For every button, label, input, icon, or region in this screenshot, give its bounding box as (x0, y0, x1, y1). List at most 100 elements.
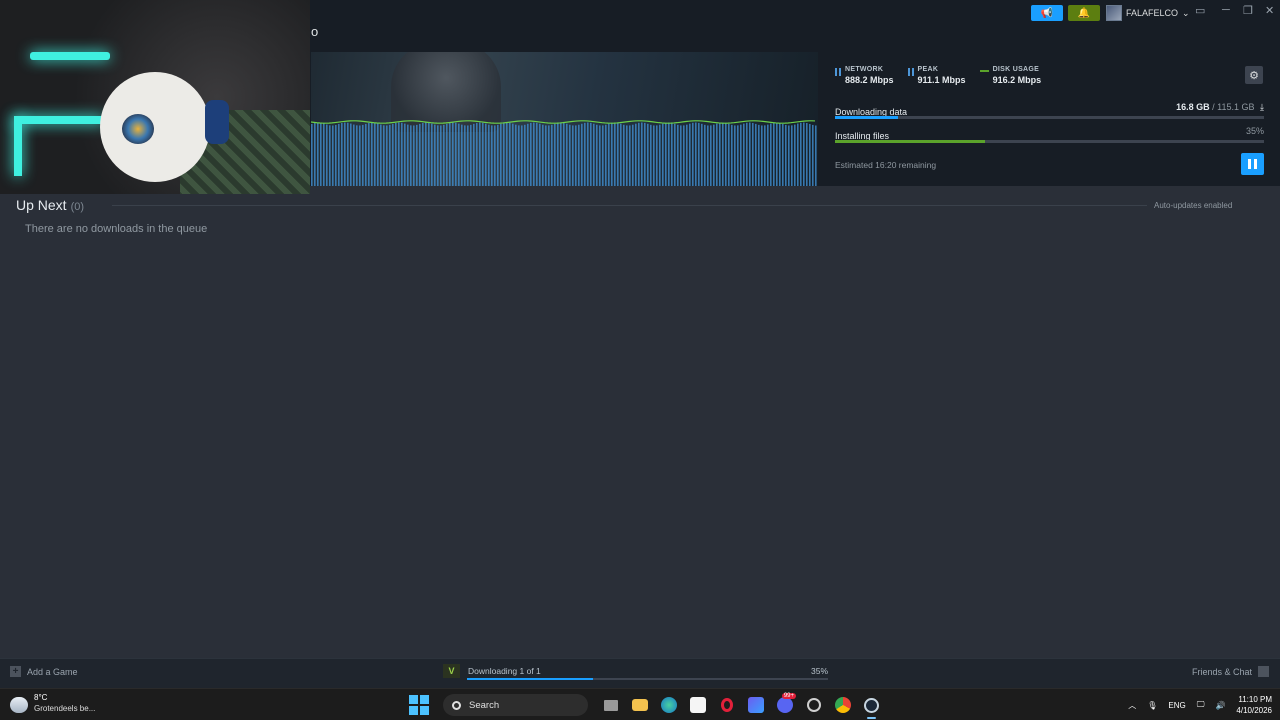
graph-bar (425, 122, 427, 186)
game-icon: V (443, 664, 460, 678)
graph-bar (629, 125, 631, 186)
graph-bar (677, 124, 679, 186)
steam-icon[interactable] (857, 693, 886, 719)
add-game-button[interactable]: + Add a Game (10, 666, 78, 677)
downloading-row: Downloading data 16.8 GB / 115.1 GB ⤓ (835, 102, 1264, 120)
graph-bar (362, 124, 364, 186)
temperature: 8°C (34, 693, 48, 702)
graph-bar (419, 123, 421, 186)
task-view-icon[interactable] (596, 693, 625, 717)
minimize-icon[interactable]: ─ (1222, 4, 1230, 16)
graph-bar (653, 125, 655, 186)
opera-icon[interactable] (712, 693, 741, 717)
stat-value: 916.2 Mbps (992, 75, 1042, 85)
graph-bar (656, 125, 658, 186)
graph-bar (530, 122, 532, 186)
settings-button[interactable]: ⚙ (1245, 66, 1263, 84)
divider (112, 205, 1147, 206)
discord-icon[interactable]: 99+ (770, 693, 799, 717)
maximize-icon[interactable]: ❐ (1243, 4, 1253, 17)
graph-bar (374, 122, 376, 186)
graph-bar (668, 122, 670, 186)
graph-bar (770, 123, 772, 186)
download-status[interactable]: V Downloading 1 of 1 35% (443, 664, 828, 684)
bar-chart-icon (907, 68, 914, 76)
graph-bar (647, 123, 649, 186)
graph-bar (782, 123, 784, 186)
gear-icon: ⚙ (1249, 69, 1259, 82)
graph-bar (635, 123, 637, 186)
graph-bar (773, 122, 775, 186)
graph-bar (317, 122, 319, 186)
account-menu[interactable]: FALAFELCO ⌄ (1106, 4, 1190, 22)
system-tray: ︿ 🎙 ENG 🖵 🔊 11:10 PM 4/10/2026 (1128, 693, 1280, 717)
notifications-button[interactable]: 🔔 (1068, 5, 1100, 21)
install-progress-bar (835, 140, 1264, 143)
graph-bar (710, 125, 712, 186)
graph-bar (689, 123, 691, 186)
graph-bar (500, 123, 502, 186)
graph-bar (401, 122, 403, 186)
megaphone-icon: 📢 (1040, 7, 1054, 19)
graph-bar (776, 122, 778, 186)
graph-bar (563, 122, 565, 186)
graph-bar (743, 123, 745, 186)
graph-bar (524, 124, 526, 186)
friends-chat-button[interactable]: Friends & Chat (1192, 666, 1269, 677)
graph-bar (638, 122, 640, 186)
graph-bar (620, 123, 622, 186)
close-icon[interactable]: ✕ (1265, 4, 1274, 17)
graph-bar (641, 122, 643, 186)
graph-bar (674, 123, 676, 186)
windows-start-icon[interactable] (409, 695, 429, 715)
graph-bar (644, 122, 646, 186)
graph-bar (707, 125, 709, 186)
graph-bar (611, 122, 613, 186)
graph-bar (608, 123, 610, 186)
taskbar-center: Search 99+ (409, 693, 886, 719)
app-icon[interactable] (741, 693, 770, 717)
chevron-up-icon[interactable]: ︿ (1128, 700, 1136, 711)
status-progress-fill (467, 678, 594, 680)
graph-bar (353, 124, 355, 186)
graph-bar (701, 123, 703, 186)
microphone-icon[interactable]: 🎙 (1147, 701, 1157, 710)
graph-bar (323, 123, 325, 186)
graph-bar (722, 122, 724, 186)
pause-button[interactable] (1241, 153, 1264, 175)
graph-bar (551, 124, 553, 186)
webcam-overlay (0, 0, 310, 194)
graph-bar (440, 125, 442, 186)
graph-bar (314, 123, 316, 186)
steam-alt-icon[interactable] (799, 693, 828, 717)
graph-bar (359, 125, 361, 186)
eta-text: Estimated 16:20 remaining (835, 160, 937, 170)
graph-bar (569, 124, 571, 186)
volume-icon[interactable]: 🔊 (1215, 701, 1225, 710)
graph-bar (734, 125, 736, 186)
clock[interactable]: 11:10 PM 4/10/2026 (1236, 694, 1272, 716)
installing-percent: 35% (1245, 126, 1264, 136)
taskbar-search[interactable]: Search (443, 694, 588, 716)
graph-bar (428, 122, 430, 186)
network-icon[interactable]: 🖵 (1197, 700, 1205, 710)
graph-bar (686, 124, 688, 186)
language-indicator[interactable]: ENG (1168, 701, 1185, 710)
announcements-button[interactable]: 📢 (1031, 5, 1063, 21)
graph-bar (764, 125, 766, 186)
chrome-icon[interactable] (828, 693, 857, 717)
edge-icon[interactable] (654, 693, 683, 717)
graph-bar (473, 123, 475, 186)
graph-bar (449, 122, 451, 186)
big-picture-icon[interactable]: ▭ (1195, 4, 1205, 17)
graph-bar (518, 125, 520, 186)
queue-count: (0) (70, 201, 85, 213)
file-explorer-icon[interactable] (625, 693, 654, 717)
graph-bar (725, 122, 727, 186)
neon-light (14, 116, 104, 124)
disk-usage-line (311, 120, 816, 124)
store-icon[interactable] (683, 693, 712, 717)
weather-widget[interactable]: 8°C Grotendeels be... (10, 693, 95, 713)
add-game-label: Add a Game (27, 666, 78, 677)
graph-bar (554, 123, 556, 186)
